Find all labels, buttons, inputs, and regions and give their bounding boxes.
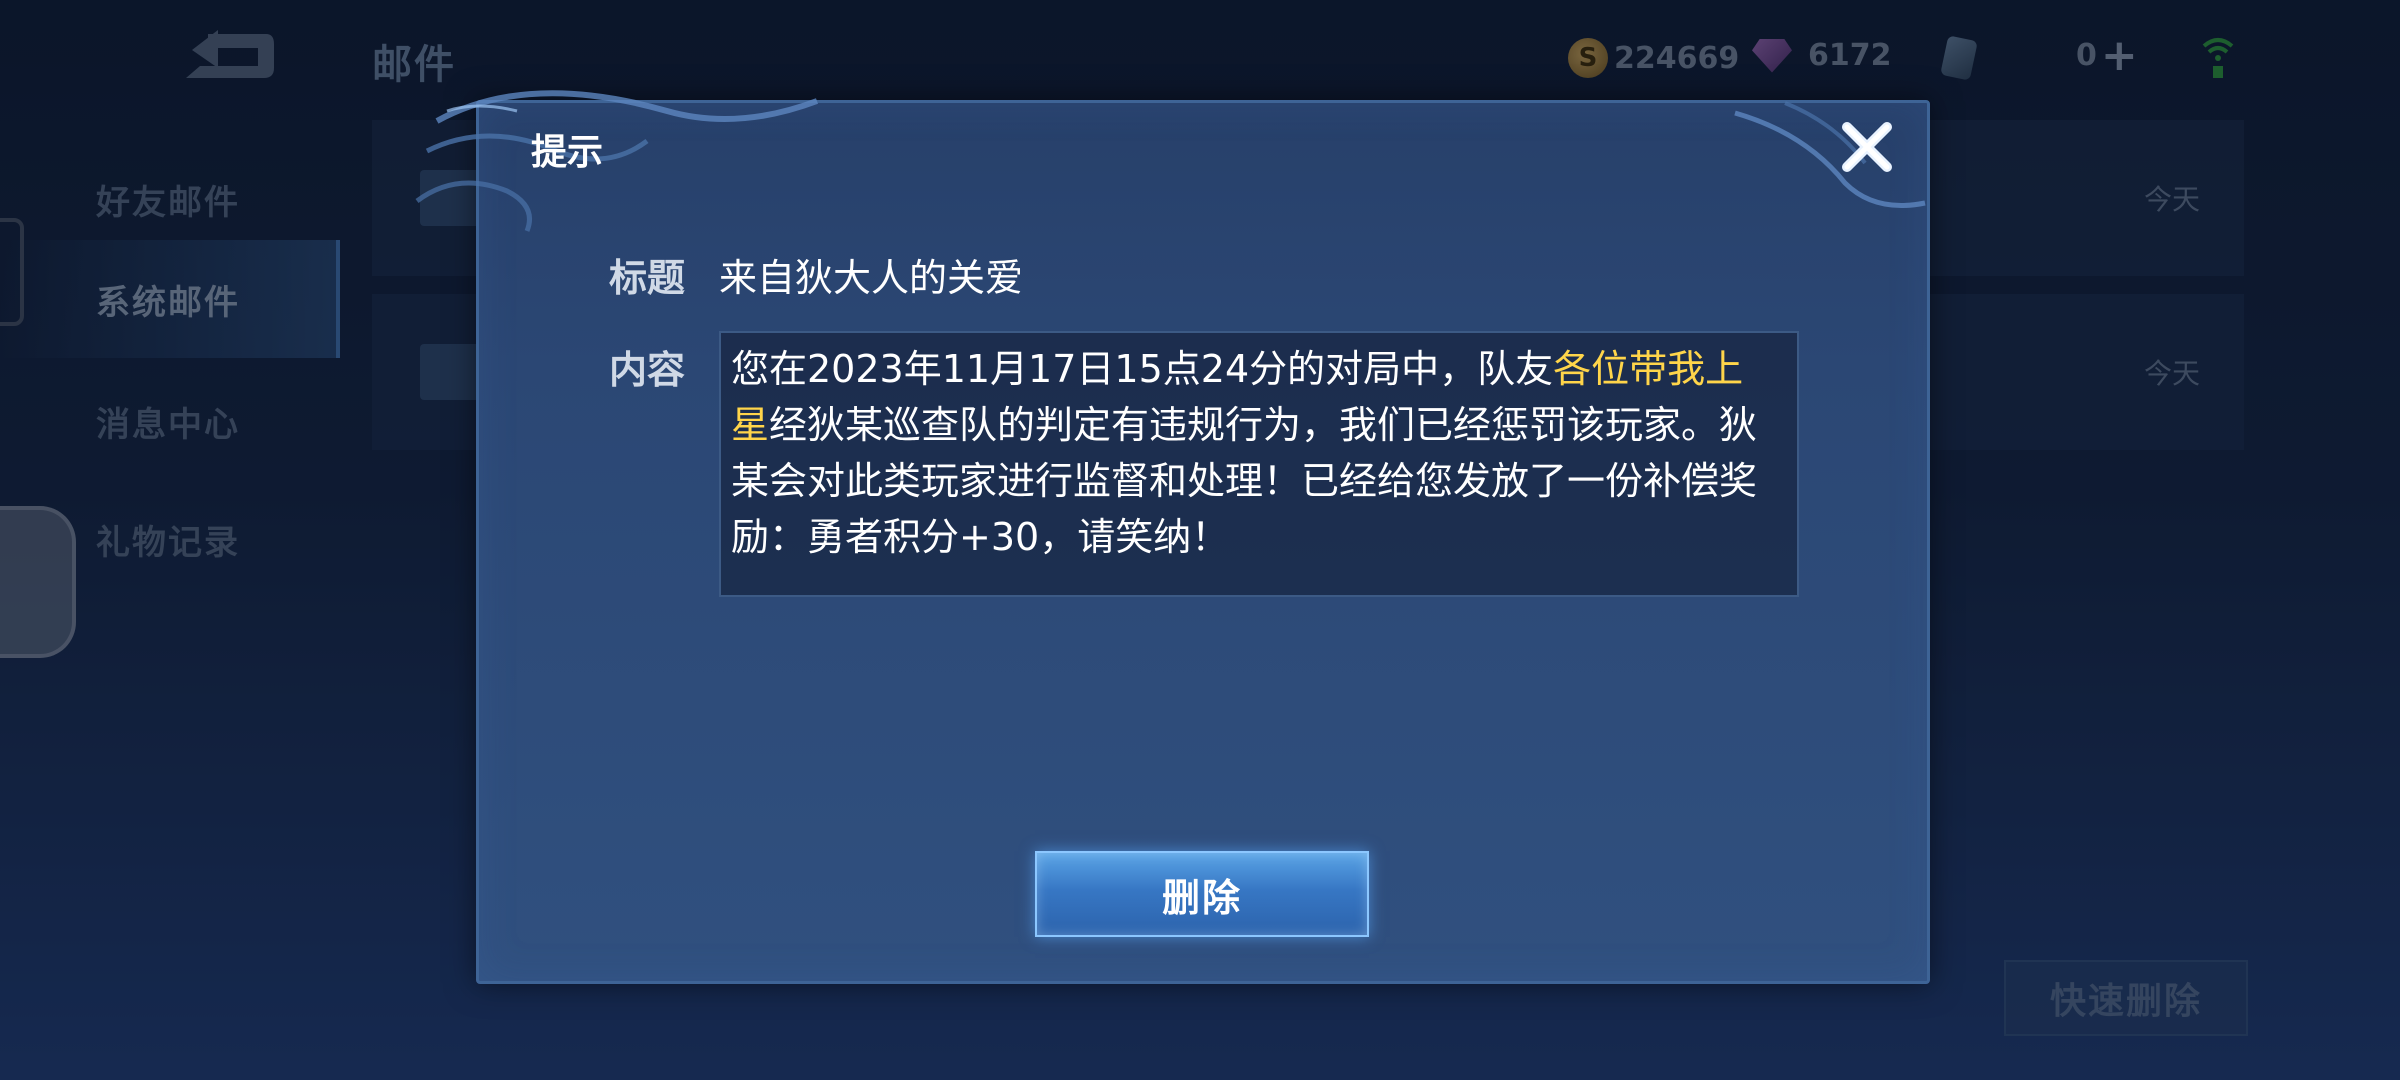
mail-content-box[interactable]: 您在2023年11月17日15点24分的对局中，队友各位带我上星经狄某巡查队的判… (719, 331, 1799, 597)
close-button[interactable] (1835, 115, 1899, 179)
content-prefix: 您在2023年11月17日15点24分的对局中，队友 (731, 347, 1554, 391)
subject-label: 标题 (609, 256, 686, 300)
dialog-title: 提示 (531, 132, 604, 173)
mail-content: 您在2023年11月17日15点24分的对局中，队友各位带我上星经狄某巡查队的判… (731, 341, 1781, 565)
mail-subject: 来自狄大人的关爱 (719, 256, 1024, 300)
close-icon[interactable] (1839, 119, 1895, 175)
swirl-ornament-icon (1734, 101, 1926, 208)
content-suffix: 经狄某巡查队的判定有违规行为，我们已经惩罚该玩家。狄某会对此类玩家进行监督和处理… (731, 403, 1758, 559)
mail-detail-dialog: 提示 标题 来自狄大人的关爱 内容 您在2023年11月17日15点24分的对局… (415, 90, 1930, 984)
content-label: 内容 (609, 348, 686, 392)
delete-button[interactable]: 删除 (1035, 851, 1369, 937)
